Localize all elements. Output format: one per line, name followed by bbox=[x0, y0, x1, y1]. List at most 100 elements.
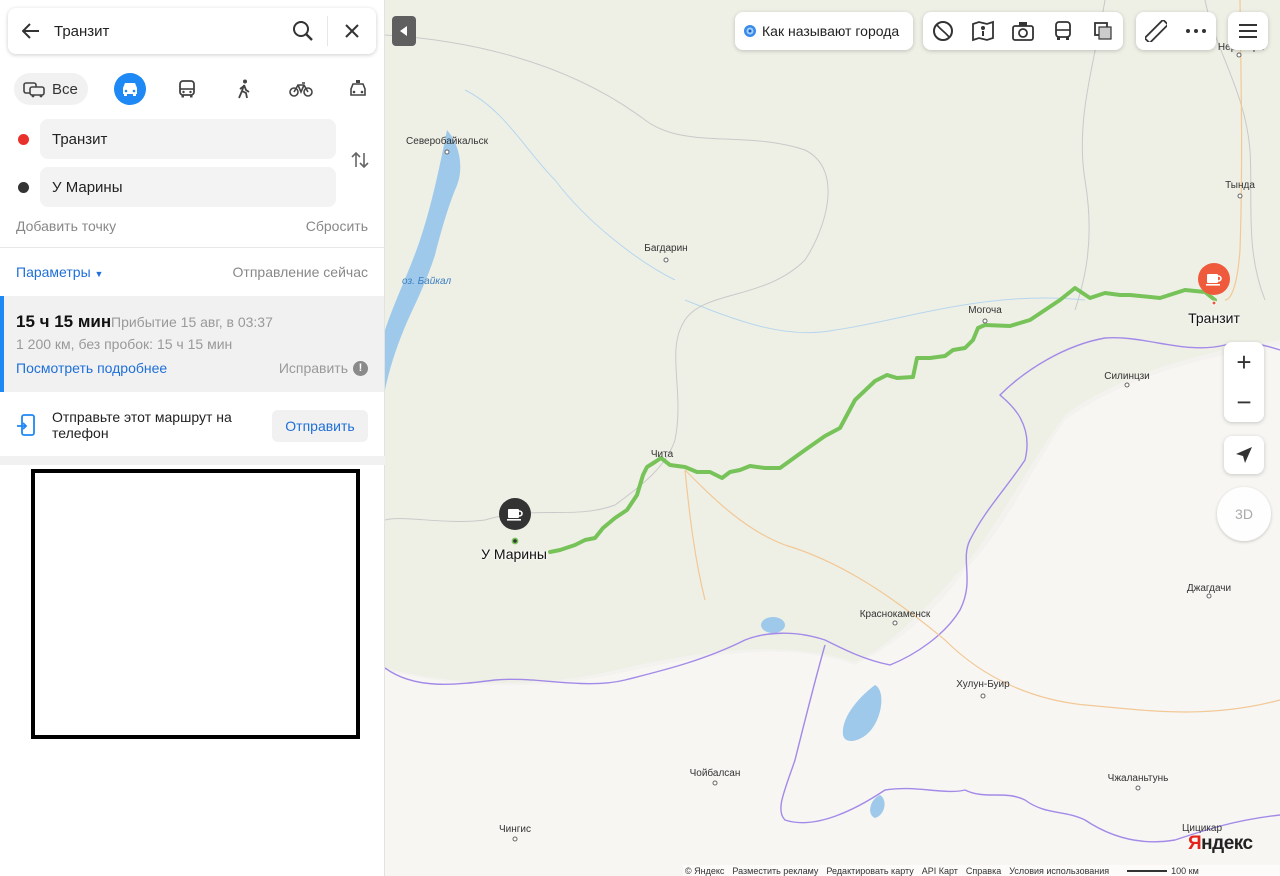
from-field[interactable]: Транзит bbox=[40, 119, 336, 159]
panorama-person-icon bbox=[972, 20, 994, 42]
ad-placeholder bbox=[31, 469, 360, 739]
triangle-left-icon bbox=[400, 26, 407, 36]
city-dot-icon bbox=[1236, 52, 1242, 58]
mode-walk-button[interactable] bbox=[228, 73, 260, 105]
back-button[interactable] bbox=[8, 8, 54, 54]
panorama-button[interactable] bbox=[963, 12, 1003, 50]
start-dot-icon bbox=[18, 134, 29, 145]
exclamation-icon: ! bbox=[353, 360, 368, 376]
route-details-link[interactable]: Посмотреть подробнее bbox=[16, 360, 167, 376]
car-bus-icon bbox=[23, 82, 45, 98]
end-marker-cup-icon[interactable] bbox=[498, 497, 532, 547]
mode-transit-button[interactable] bbox=[171, 73, 203, 105]
layers-circle-icon bbox=[933, 21, 953, 41]
cities-names-label: Как называют города bbox=[762, 23, 900, 39]
report-error-label: Исправить bbox=[278, 360, 348, 376]
zoom-controls: + − bbox=[1224, 342, 1264, 422]
params-dropdown[interactable]: Параметры ▼ bbox=[16, 264, 103, 280]
bus-icon bbox=[1055, 21, 1071, 40]
mode-taxi-button[interactable] bbox=[342, 73, 374, 105]
footer-link[interactable]: Разместить рекламу bbox=[732, 866, 818, 876]
more-button[interactable] bbox=[1176, 12, 1216, 50]
scale-label: 100 км bbox=[1171, 865, 1199, 876]
footer-link[interactable]: Справка bbox=[966, 866, 1001, 876]
zoom-in-button[interactable]: + bbox=[1224, 342, 1264, 382]
reset-link[interactable]: Сбросить bbox=[306, 218, 368, 234]
layers-toolbar bbox=[923, 12, 1123, 50]
map-scale: 100 км bbox=[1127, 866, 1199, 876]
mode-all-label: Все bbox=[52, 80, 78, 98]
swap-points-button[interactable] bbox=[348, 148, 372, 172]
layers-button[interactable] bbox=[923, 12, 963, 50]
menu-button[interactable] bbox=[1228, 12, 1268, 50]
start-marker-cup-icon[interactable] bbox=[1197, 262, 1231, 306]
route-duration: 15 ч 15 мин bbox=[16, 312, 112, 331]
car-icon bbox=[122, 83, 137, 96]
footer-copyright[interactable]: © Яндекс bbox=[685, 866, 724, 876]
route-card[interactable]: 15 ч 15 мин Прибытие 15 авг, в 03:37 1 2… bbox=[0, 296, 384, 392]
yandex-logo[interactable]: Яндекс bbox=[1188, 833, 1253, 855]
mode-bike-button[interactable] bbox=[285, 73, 317, 105]
city-label: Могоча bbox=[968, 305, 1002, 316]
city-dot-icon bbox=[1206, 593, 1212, 599]
map-footer: © Яндекс Разместить рекламу Редактироват… bbox=[683, 865, 1280, 876]
clear-button[interactable] bbox=[328, 8, 376, 54]
map-background bbox=[385, 0, 1280, 876]
city-label: Хулун-Буир bbox=[956, 679, 1010, 690]
city-label: Северобайкальск bbox=[406, 136, 488, 147]
params-row: Параметры ▼ Отправление сейчас bbox=[16, 264, 368, 280]
to-field[interactable]: У Марины bbox=[40, 167, 336, 207]
photos-button[interactable] bbox=[1003, 12, 1043, 50]
spiral-icon bbox=[744, 25, 756, 37]
search-bar: Транзит bbox=[8, 8, 376, 54]
caret-down-icon: ▼ bbox=[94, 269, 104, 279]
add-point-link[interactable]: Добавить точку bbox=[16, 218, 116, 234]
report-error-button[interactable]: Исправить ! bbox=[279, 360, 368, 376]
route-distance: 1 200 км, без пробок: 15 ч 15 мин bbox=[16, 336, 233, 352]
locate-me-button[interactable] bbox=[1224, 436, 1264, 474]
city-dot-icon bbox=[892, 620, 898, 626]
footer-link[interactable]: Редактировать карту bbox=[826, 866, 913, 876]
city-dot-icon bbox=[712, 780, 718, 786]
city-label: Багдарин bbox=[644, 243, 688, 254]
menu-icon-wrap bbox=[1228, 12, 1268, 50]
tools-toolbar bbox=[1136, 12, 1216, 50]
points-actions: Добавить точку Сбросить bbox=[16, 218, 368, 234]
footer-link[interactable]: API Карт bbox=[922, 866, 958, 876]
hamburger-menu-icon bbox=[1239, 24, 1257, 38]
cities-names-button[interactable]: Как называют города bbox=[735, 12, 913, 50]
zoom-out-button[interactable]: − bbox=[1224, 382, 1264, 422]
send-button[interactable]: Отправить bbox=[272, 410, 368, 442]
departure-selector[interactable]: Отправление сейчас bbox=[233, 264, 368, 280]
mode-car-button[interactable] bbox=[113, 73, 146, 105]
map-canvas[interactable]: Северобайкальск Багдарин Могоча Тында Не… bbox=[385, 0, 1280, 876]
tilt-3d-label: 3D bbox=[1235, 506, 1253, 522]
ruler-icon bbox=[1145, 20, 1167, 42]
city-dot-icon bbox=[1124, 382, 1130, 388]
search-input[interactable]: Транзит bbox=[54, 23, 279, 40]
footer-link[interactable]: Условия использования bbox=[1009, 866, 1109, 876]
logo-letter-y: Я bbox=[1188, 833, 1202, 854]
search-icon bbox=[293, 21, 313, 41]
lake-label: оз. Байкал bbox=[402, 276, 452, 287]
route-point-from: Транзит bbox=[0, 119, 385, 159]
mode-all-button[interactable]: Все bbox=[14, 73, 88, 105]
map-type-button[interactable] bbox=[1083, 12, 1123, 50]
city-label: Чита bbox=[650, 449, 674, 460]
city-label: Чжаланьтунь bbox=[1107, 773, 1169, 784]
collapse-panel-button[interactable] bbox=[392, 16, 416, 46]
route-point-to: У Марины bbox=[0, 167, 385, 207]
tilt-3d-button[interactable]: 3D bbox=[1217, 487, 1271, 541]
end-point-label: У Марины bbox=[481, 546, 547, 562]
squares-icon bbox=[1094, 22, 1112, 40]
ruler-button[interactable] bbox=[1136, 12, 1176, 50]
end-dot-icon bbox=[18, 182, 29, 193]
search-button[interactable] bbox=[279, 8, 327, 54]
more-dots-icon bbox=[1186, 29, 1206, 33]
transit-layer-button[interactable] bbox=[1043, 12, 1083, 50]
city-label: Краснокаменск bbox=[859, 609, 931, 620]
send-to-phone: Отправьте этот маршрут на телефон Отправ… bbox=[0, 398, 385, 454]
city-label: Чингис bbox=[498, 824, 532, 835]
city-dot-icon bbox=[1237, 193, 1243, 199]
city-dot-icon bbox=[1135, 785, 1141, 791]
